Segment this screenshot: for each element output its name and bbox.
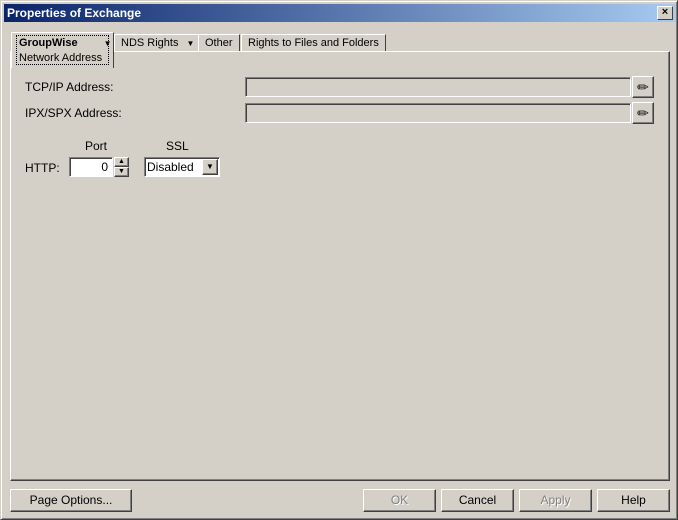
tcpip-label: TCP/IP Address: <box>25 80 114 94</box>
tab-label: NDS Rights <box>121 37 179 49</box>
tcpip-address-field[interactable] <box>245 77 631 97</box>
edit-ipx-button[interactable]: ✏ <box>632 102 654 124</box>
tab-other[interactable]: Other <box>198 34 240 52</box>
tab-label: Rights to Files and Folders <box>248 37 379 49</box>
spin-up-icon[interactable]: ▲ <box>114 157 129 167</box>
pencil-icon: ✏ <box>637 79 649 95</box>
port-spinner[interactable]: ▲ ▼ <box>114 157 129 177</box>
properties-dialog: Properties of Exchange × GroupWise ▼ Netwo… <box>0 0 678 520</box>
port-input[interactable]: 0 <box>69 157 113 177</box>
tab-nds-rights[interactable]: NDS Rights ▼ <box>114 34 202 52</box>
window-title: Properties of Exchange <box>7 6 142 20</box>
ipx-label: IPX/SPX Address: <box>25 106 122 120</box>
chevron-down-icon[interactable]: ▼ <box>186 39 194 48</box>
chevron-down-icon[interactable]: ▼ <box>202 159 218 175</box>
subtab-network-address[interactable]: Network Address <box>19 52 102 64</box>
ipx-address-field[interactable] <box>245 103 631 123</box>
tab-label: GroupWise <box>19 37 78 49</box>
cancel-button[interactable]: Cancel <box>441 489 514 512</box>
ssl-header: SSL <box>166 139 189 153</box>
ssl-value: Disabled <box>147 160 194 174</box>
tab-groupwise[interactable]: GroupWise ▼ Network Address <box>11 32 114 68</box>
edit-tcpip-button[interactable]: ✏ <box>632 76 654 98</box>
port-header: Port <box>85 139 108 153</box>
tab-rights-files-folders[interactable]: Rights to Files and Folders <box>241 34 386 52</box>
help-button[interactable]: Help <box>597 489 670 512</box>
page-options-button[interactable]: Page Options... <box>10 489 132 512</box>
title-bar: Properties of Exchange × <box>4 4 676 22</box>
spin-down-icon[interactable]: ▼ <box>114 167 129 177</box>
pencil-icon: ✏ <box>637 105 649 121</box>
chevron-down-icon[interactable]: ▼ <box>104 39 112 48</box>
apply-button[interactable]: Apply <box>519 489 592 512</box>
close-button[interactable]: × <box>657 6 673 20</box>
http-label: HTTP: <box>25 161 60 175</box>
ssl-select[interactable]: Disabled ▼ <box>144 157 220 177</box>
tab-label: Other <box>205 37 233 49</box>
ok-button[interactable]: OK <box>363 489 436 512</box>
